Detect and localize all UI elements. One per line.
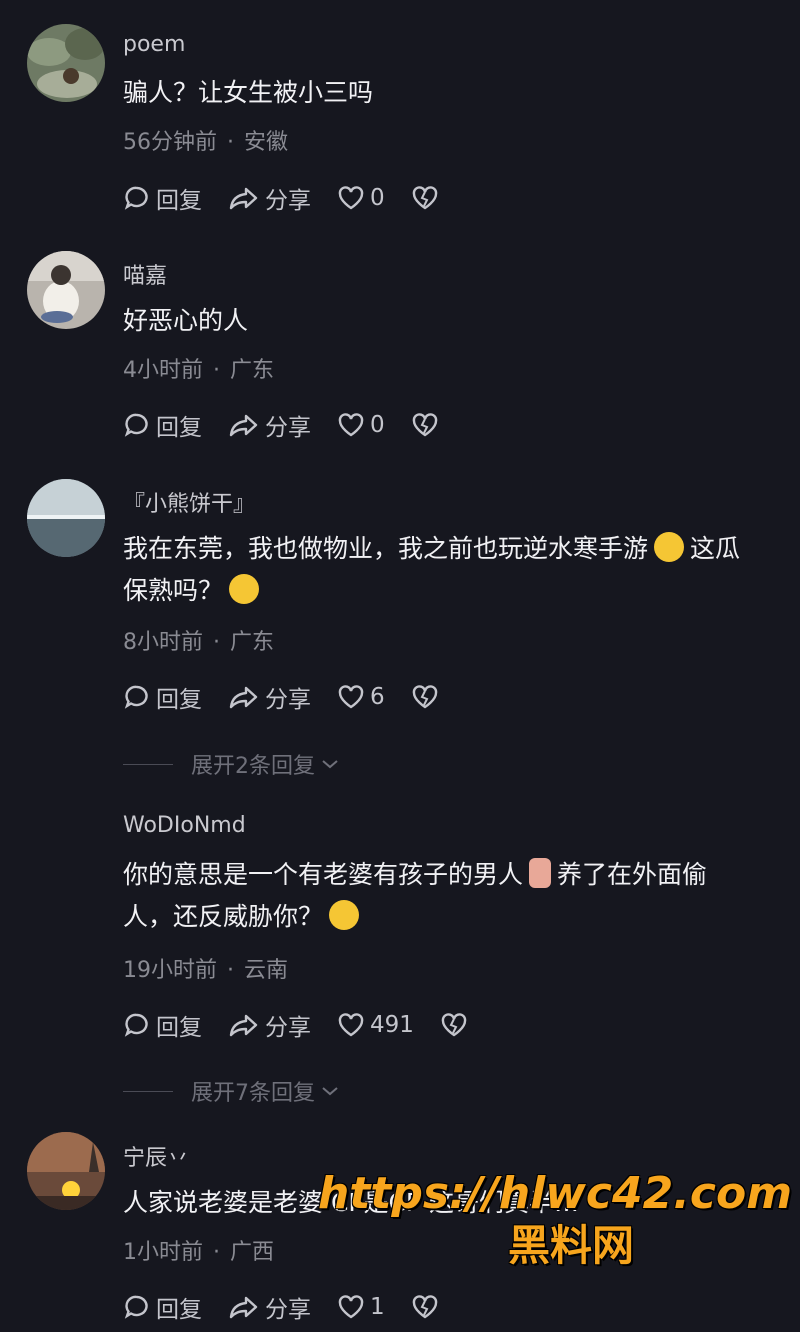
comment-time: 8小时前 <box>123 630 203 655</box>
grinning-emoji-icon <box>229 574 260 604</box>
broken-heart-icon <box>412 413 437 437</box>
watermark-url: https://hlwc42.com <box>318 1168 793 1219</box>
reply-button[interactable]: 回复 <box>123 1008 202 1042</box>
share-icon <box>229 187 258 210</box>
heart-icon <box>338 1295 364 1319</box>
like-button[interactable]: 0 <box>337 185 385 211</box>
comment-text: 你的意思是一个有老婆有孩子的男人 养了在外面偷 人，还反威胁你？ <box>123 858 708 931</box>
heart-icon <box>338 413 364 437</box>
comment-username[interactable]: 『小熊饼干』 <box>123 486 255 518</box>
share-icon <box>229 686 258 709</box>
share-button[interactable]: 分享 <box>228 680 311 714</box>
chevron-down-icon <box>322 760 338 769</box>
comment-text: 骗人？让女生被小三吗 <box>123 78 374 107</box>
comment-text: 我在东莞，我也做物业，我之前也玩逆水寒手游 这瓜 保熟吗？ <box>123 532 741 605</box>
like-count: 491 <box>370 1012 414 1038</box>
reply-icon <box>124 413 148 437</box>
avatar-plant-icon <box>27 24 105 102</box>
expand-replies-button[interactable]: 展开7条回复 <box>123 1075 341 1107</box>
comment-actions: 回复 分享 0 <box>123 181 470 215</box>
comment-meta: 56分钟前 · 安徽 <box>123 130 289 155</box>
divider <box>123 1090 173 1092</box>
share-button[interactable]: 分享 <box>228 408 311 442</box>
avatar-figure-icon <box>27 251 105 329</box>
comment-username[interactable]: poem <box>123 32 185 57</box>
avatar[interactable] <box>27 251 105 329</box>
comment-username[interactable]: WoDIoNmd <box>123 813 246 838</box>
expand-replies-button[interactable]: 展开2条回复 <box>123 748 341 780</box>
comment-actions: 回复 分享 1 <box>123 1290 470 1324</box>
dislike-button[interactable] <box>440 1012 473 1038</box>
comment-time: 1小时前 <box>123 1240 203 1265</box>
divider <box>123 763 173 765</box>
comment-actions: 回复 分享 0 <box>123 408 470 442</box>
like-count: 1 <box>370 1294 385 1320</box>
like-count: 0 <box>370 185 385 211</box>
comment-username[interactable]: 喵嘉 <box>123 258 167 290</box>
like-button[interactable]: 1 <box>337 1294 385 1320</box>
avatar-sunset-icon <box>27 1132 105 1210</box>
comment-location: 安徽 <box>244 130 289 155</box>
comment-location: 广西 <box>230 1240 275 1265</box>
comment-username[interactable]: 宁辰丷 <box>123 1140 189 1172</box>
watermark: https://hlwc42.com 黑料网 <box>318 1168 792 1272</box>
comment-meta: 4小时前 · 广东 <box>123 358 275 383</box>
share-button[interactable]: 分享 <box>228 1290 311 1324</box>
reply-button[interactable]: 回复 <box>123 408 202 442</box>
broken-heart-icon <box>412 186 437 210</box>
share-button[interactable]: 分享 <box>228 181 311 215</box>
watermark-name: 黑料网 <box>508 1221 635 1270</box>
reply-icon <box>124 685 148 709</box>
avatar[interactable] <box>27 24 105 102</box>
rolling-eyes-emoji-icon <box>329 900 360 930</box>
reply-button[interactable]: 回复 <box>123 181 202 215</box>
comment-location: 广东 <box>230 358 275 383</box>
comment-actions: 回复 分享 6 <box>123 680 470 714</box>
broken-heart-icon <box>412 685 437 709</box>
dislike-button[interactable] <box>411 185 444 211</box>
comment-meta: 1小时前 · 广西 <box>123 1240 275 1265</box>
share-icon <box>229 1014 258 1037</box>
dislike-button[interactable] <box>411 412 444 438</box>
heart-icon <box>338 186 364 210</box>
comment-time: 19小时前 <box>123 958 217 983</box>
heart-icon <box>338 685 364 709</box>
comment-time: 56分钟前 <box>123 130 217 155</box>
dislike-button[interactable] <box>411 684 444 710</box>
comment-meta: 19小时前 · 云南 <box>123 958 289 983</box>
like-button[interactable]: 6 <box>337 684 385 710</box>
broken-heart-icon <box>412 1295 437 1319</box>
comment-time: 4小时前 <box>123 358 203 383</box>
reply-button[interactable]: 回复 <box>123 1290 202 1324</box>
avatar-sea-icon <box>27 479 105 557</box>
share-icon <box>229 1296 258 1319</box>
reply-button[interactable]: 回复 <box>123 680 202 714</box>
like-button[interactable]: 0 <box>337 412 385 438</box>
person-emoji-icon <box>529 858 552 888</box>
avatar[interactable] <box>27 479 105 557</box>
comment-meta: 8小时前 · 广东 <box>123 630 275 655</box>
reply-icon <box>124 1295 148 1319</box>
chevron-down-icon <box>322 1087 338 1096</box>
like-count: 6 <box>370 684 385 710</box>
share-button[interactable]: 分享 <box>228 1008 311 1042</box>
comment-location: 广东 <box>230 630 275 655</box>
broken-heart-icon <box>441 1013 467 1037</box>
dislike-button[interactable] <box>411 1294 444 1320</box>
laughing-emoji-icon <box>654 532 685 562</box>
comment-text: 好恶心的人 <box>123 306 249 335</box>
heart-icon <box>338 1013 364 1037</box>
comment-actions: 回复 分享 491 <box>123 1008 499 1042</box>
comment-location: 云南 <box>244 958 289 983</box>
share-icon <box>229 414 258 437</box>
avatar[interactable] <box>27 1132 105 1210</box>
like-button[interactable]: 491 <box>337 1012 414 1038</box>
reply-icon <box>124 1013 148 1037</box>
reply-icon <box>124 186 148 210</box>
like-count: 0 <box>370 412 385 438</box>
